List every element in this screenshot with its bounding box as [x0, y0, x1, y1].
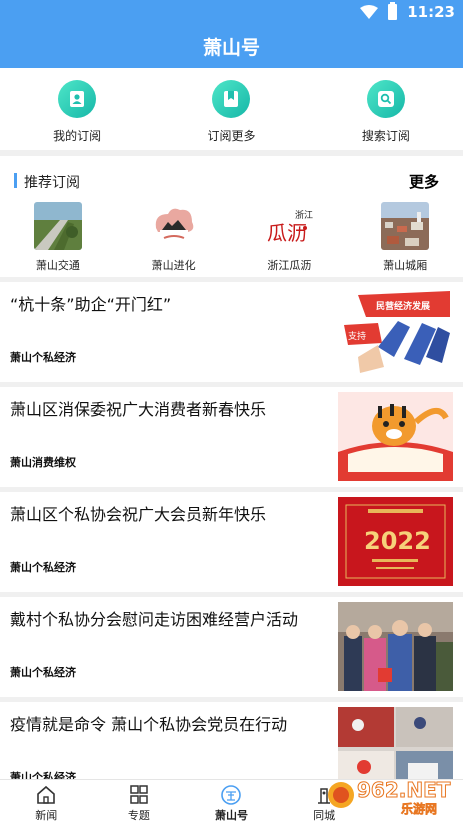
- year-text: 2022: [364, 527, 431, 555]
- tab-label: 新闻: [35, 809, 58, 822]
- status-time: 11:23: [407, 3, 455, 21]
- news-card[interactable]: 萧山区消保委祝广大消费者新春快乐 萧山消费维权: [0, 387, 463, 487]
- xiaoshanhao-icon: [221, 785, 242, 805]
- battery-icon: [388, 2, 398, 20]
- grid-icon: [130, 785, 148, 804]
- watermark-sub-text: 乐游网: [401, 801, 437, 816]
- app-header: 11:23 萧山号: [0, 0, 463, 68]
- my-subscriptions-button[interactable]: 我的订阅: [0, 68, 154, 150]
- recommended-list: 萧山交通 萧山进化 瓜沥 浙江 浙江瓜沥 萧山城厢: [0, 202, 463, 273]
- home-icon: [37, 785, 56, 804]
- news-image: 2022: [338, 497, 453, 586]
- news-source: 萧山个私经济: [10, 561, 76, 574]
- section-header: 推荐订阅 更多: [0, 171, 463, 192]
- action-label: 我的订阅: [53, 129, 102, 143]
- news-image: [338, 602, 453, 691]
- site-watermark: 962.NET 乐游网: [327, 773, 457, 817]
- more-link[interactable]: 更多: [409, 171, 439, 192]
- news-source: 萧山个私经济: [10, 666, 76, 679]
- recommended-item[interactable]: 萧山进化: [116, 202, 232, 273]
- channel-thumbnail: [149, 202, 198, 250]
- channel-thumbnail: [381, 202, 430, 250]
- subscription-actions: 我的订阅 订阅更多 搜索订阅: [0, 68, 463, 150]
- tab-topics[interactable]: 专题: [93, 780, 186, 823]
- news-card[interactable]: 戴村个私协分会慰问走访困难经营户活动 萧山个私经济: [0, 597, 463, 697]
- person-icon: [58, 80, 97, 118]
- news-card[interactable]: “杭十条”助企“开门红” 萧山个私经济 民营经济发展 支持: [0, 282, 463, 382]
- news-image: [338, 392, 453, 481]
- tab-label: 萧山号: [214, 809, 248, 822]
- guali-logo-subtext: 浙江: [295, 209, 313, 221]
- channel-thumbnail: 瓜沥 浙江: [265, 202, 314, 250]
- recommended-item[interactable]: 萧山城厢: [347, 202, 463, 273]
- news-image: 民营经济发展 支持: [338, 287, 453, 376]
- banner-text: 民营经济发展: [376, 300, 430, 312]
- news-source: 萧山消费维权: [10, 456, 76, 469]
- channel-name: 萧山城厢: [383, 259, 428, 272]
- tab-label: 专题: [127, 809, 150, 822]
- recommended-item[interactable]: 瓜沥 浙江 浙江瓜沥: [232, 202, 348, 273]
- wifi-icon: [360, 5, 379, 19]
- news-headline: 疫情就是命令 萧山个私协会党员在行动: [10, 715, 288, 734]
- action-label: 搜索订阅: [361, 129, 410, 143]
- search-icon: [366, 80, 405, 118]
- tab-news[interactable]: 新闻: [0, 780, 93, 823]
- action-label: 订阅更多: [207, 129, 256, 143]
- news-headline: 戴村个私协分会慰问走访困难经营户活动: [10, 610, 299, 629]
- news-headline: 萧山区消保委祝广大消费者新春快乐: [10, 400, 267, 419]
- channel-name: 浙江瓜沥: [267, 259, 312, 272]
- news-source: 萧山个私经济: [10, 351, 76, 364]
- status-bar: 11:23: [360, 2, 455, 21]
- watermark-main-text: 962.NET: [357, 778, 451, 802]
- subscribe-more-button[interactable]: 订阅更多: [154, 68, 308, 150]
- news-card[interactable]: 萧山区个私协会祝广大会员新年快乐 萧山个私经济 2022: [0, 492, 463, 592]
- channel-thumbnail: [33, 202, 82, 250]
- recommended-section: 推荐订阅 更多 萧山交通 萧山进化 瓜沥 浙江 浙江瓜沥 萧山城厢: [0, 156, 463, 277]
- news-headline: 萧山区个私协会祝广大会员新年快乐: [10, 505, 267, 524]
- section-accent-bar: [14, 173, 17, 188]
- channel-name: 萧山进化: [151, 259, 196, 272]
- tab-xiaoshanhao[interactable]: 萧山号: [185, 780, 278, 823]
- app-screen: 11:23 萧山号 我的订阅 订阅更多 搜索订阅 推荐订阅 更多 萧山交通 萧山…: [0, 0, 463, 823]
- bookmark-icon: [212, 80, 251, 118]
- news-headline: “杭十条”助企“开门红”: [10, 295, 172, 314]
- section-title: 推荐订阅: [24, 175, 80, 191]
- search-subscriptions-button[interactable]: 搜索订阅: [309, 68, 463, 150]
- recommended-item[interactable]: 萧山交通: [0, 202, 116, 273]
- page-title: 萧山号: [202, 37, 260, 59]
- channel-name: 萧山交通: [35, 259, 80, 272]
- sign-text: 支持: [348, 330, 366, 342]
- guali-logo-text: 瓜沥: [267, 221, 307, 245]
